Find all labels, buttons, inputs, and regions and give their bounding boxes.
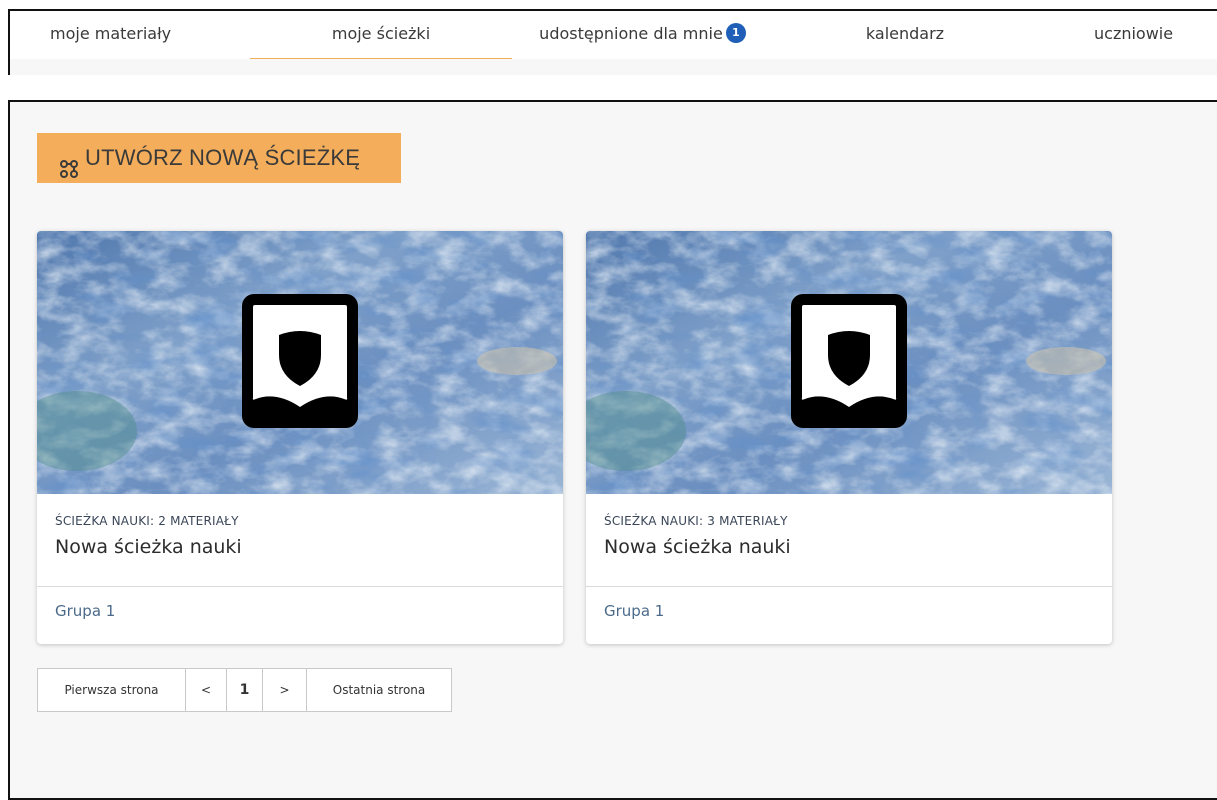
current-page-button[interactable]: 1 — [227, 669, 263, 711]
card-material-count: ŚCIEŻKA NAUKI: 3 MATERIAŁY — [604, 514, 788, 528]
next-page-button[interactable]: > — [263, 669, 307, 711]
tab-my-materials[interactable]: moje materiały — [32, 11, 222, 59]
notification-badge: 1 — [725, 22, 746, 43]
tab-calendar[interactable]: kalendarz — [810, 11, 1000, 59]
path-card[interactable]: ŚCIEŻKA NAUKI: 3 MATERIAŁY Nowa ścieżka … — [586, 231, 1112, 644]
top-navigation-bar: moje materiały moje ścieżki udostępnione… — [10, 11, 1217, 59]
previous-page-button[interactable]: < — [186, 669, 227, 711]
shield-book-icon — [242, 294, 358, 428]
shield-book-icon — [791, 294, 907, 428]
card-group-link[interactable]: Grupa 1 — [604, 602, 664, 620]
tab-label: moje materiały — [50, 24, 172, 43]
last-page-button[interactable]: Ostatnia strona — [307, 669, 451, 711]
path-card[interactable]: ŚCIEŻKA NAUKI: 2 MATERIAŁY Nowa ścieżka … — [37, 231, 563, 644]
first-page-button[interactable]: Pierwsza strona — [38, 669, 186, 711]
card-title[interactable]: Nowa ścieżka nauki — [604, 536, 791, 558]
create-new-path-label: UTWÓRZ NOWĄ ŚCIEŻKĘ — [85, 145, 361, 170]
card-divider — [37, 586, 563, 587]
tab-students[interactable]: uczniowie — [1090, 11, 1217, 59]
create-new-path-button[interactable]: UTWÓRZ NOWĄ ŚCIEŻKĘ — [37, 133, 401, 183]
card-title[interactable]: Nowa ścieżka nauki — [55, 536, 242, 558]
tab-shared-with-me[interactable]: udostępnione dla mnie 1 — [515, 11, 770, 59]
card-divider — [586, 586, 1112, 587]
path-icon — [59, 147, 79, 179]
card-material-count: ŚCIEŻKA NAUKI: 2 MATERIAŁY — [55, 514, 239, 528]
card-cover-image — [586, 231, 1112, 494]
paths-panel: UTWÓRZ NOWĄ ŚCIEŻKĘ ŚCIEŻKA NAUKI: 2 MAT… — [8, 100, 1217, 800]
top-navigation: moje materiały moje ścieżki udostępnione… — [8, 9, 1217, 75]
tab-label: kalendarz — [865, 24, 945, 43]
pagination: Pierwsza strona < 1 > Ostatnia strona — [37, 668, 452, 712]
tab-label: udostępnione dla mnie — [539, 24, 723, 43]
top-navigation-strip — [10, 59, 1217, 75]
tab-label: moje ścieżki — [331, 24, 431, 43]
tab-my-paths[interactable]: moje ścieżki — [250, 11, 512, 59]
card-group-link[interactable]: Grupa 1 — [55, 602, 115, 620]
tab-label: uczniowie — [1094, 24, 1174, 43]
card-cover-image — [37, 231, 563, 494]
